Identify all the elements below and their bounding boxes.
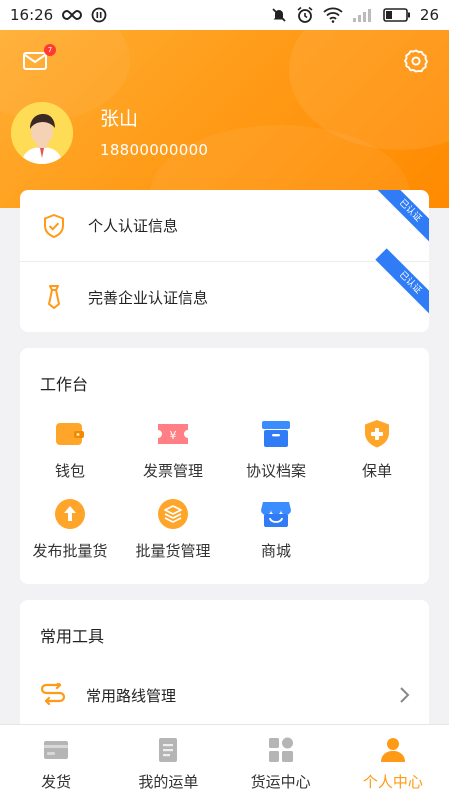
personal-certification-row[interactable]: 个人认证信息 已认证 <box>20 190 429 261</box>
personal-certification-label: 个人认证信息 <box>88 217 179 235</box>
workspace-item-wallet[interactable]: 钱包 <box>20 416 120 481</box>
workspace-item-label: 商城 <box>260 542 291 560</box>
enterprise-certification-label: 完善企业认证信息 <box>88 288 209 307</box>
waybill-icon <box>159 738 178 762</box>
workspace-item-label: 发票管理 <box>142 462 203 480</box>
battery-level: 26 <box>419 6 439 24</box>
workspace-item-label: 批量货管理 <box>135 542 211 560</box>
status-time: 16:26 <box>10 6 54 24</box>
route-management-label: 常用路线管理 <box>86 686 177 705</box>
insurance-shield-icon <box>359 416 395 452</box>
shipping-card-icon <box>44 741 69 759</box>
route-management-row[interactable]: 常用路线管理 <box>20 670 429 720</box>
signal-icon <box>352 9 371 22</box>
route-icon <box>40 683 66 706</box>
tie-icon <box>42 284 66 310</box>
archive-box-icon <box>258 416 294 452</box>
certified-ribbon: 已认证 <box>375 190 429 246</box>
tools-card: 常用工具 常用路线管理 <box>20 600 429 740</box>
workspace-item-insurance[interactable]: 保单 <box>327 416 427 481</box>
upload-circle-icon <box>52 496 88 532</box>
workspace-item-store[interactable]: 商城 <box>226 496 326 561</box>
tab-label: 我的运单 <box>138 773 199 791</box>
status-bar: 16:26 26 <box>0 0 449 30</box>
user-name: 张山 <box>100 108 139 130</box>
alarm-icon <box>297 6 313 23</box>
tab-my-waybill[interactable]: 我的运单 <box>112 725 224 800</box>
store-icon <box>258 496 294 532</box>
tab-bar: 发货 我的运单 货运中心 个人中心 <box>0 724 449 800</box>
workspace-title: 工作台 <box>40 375 89 394</box>
workspace-item-publish-batch[interactable]: 发布批量货 <box>20 496 120 561</box>
settings-button[interactable] <box>403 48 429 74</box>
svg-text:¥: ¥ <box>170 429 177 442</box>
mute-bell-icon <box>272 8 286 22</box>
enterprise-certification-row[interactable]: 完善企业认证信息 已认证 <box>20 248 429 332</box>
workspace-card: 工作台 钱包 ¥ 发票管理 协议档案 保单 发布批量货 批量货管理 商城 <box>20 348 429 584</box>
tab-label: 发货 <box>41 773 72 791</box>
profile-header: 7 张山 18800000000 <box>0 30 449 208</box>
tab-personal-center[interactable]: 个人中心 <box>337 725 449 800</box>
user-phone: 18800000000 <box>100 141 209 159</box>
wifi-icon <box>323 7 343 23</box>
person-icon <box>380 738 405 762</box>
message-button[interactable]: 7 <box>22 44 56 72</box>
battery-icon <box>383 8 410 22</box>
tab-label: 货运中心 <box>250 773 311 791</box>
message-badge: 7 <box>44 44 56 56</box>
workspace-item-archive[interactable]: 协议档案 <box>226 416 326 481</box>
tab-label: 个人中心 <box>362 773 423 791</box>
certification-card: 个人认证信息 已认证 完善企业认证信息 已认证 <box>20 190 429 332</box>
workspace-item-invoice[interactable]: ¥ 发票管理 <box>123 416 223 481</box>
tab-freight-center[interactable]: 货运中心 <box>225 725 337 800</box>
avatar[interactable] <box>11 102 73 164</box>
workspace-item-label: 发布批量货 <box>32 542 108 560</box>
chevron-right-icon <box>400 687 410 703</box>
freight-grid-icon <box>268 737 293 762</box>
layers-circle-icon <box>155 496 191 532</box>
workspace-item-label: 保单 <box>361 462 392 480</box>
shield-check-icon <box>42 213 66 239</box>
wallet-icon <box>52 416 88 452</box>
pause-circle-icon <box>91 7 107 23</box>
tools-title: 常用工具 <box>40 627 105 646</box>
workspace-item-batch-manage[interactable]: 批量货管理 <box>123 496 223 561</box>
infinity-icon <box>62 9 83 21</box>
workspace-item-label: 协议档案 <box>245 462 306 480</box>
tab-shipping[interactable]: 发货 <box>0 725 112 800</box>
gear-icon <box>404 49 428 73</box>
workspace-item-label: 钱包 <box>54 462 85 480</box>
avatar-person-icon <box>11 102 73 164</box>
invoice-icon: ¥ <box>155 416 191 452</box>
